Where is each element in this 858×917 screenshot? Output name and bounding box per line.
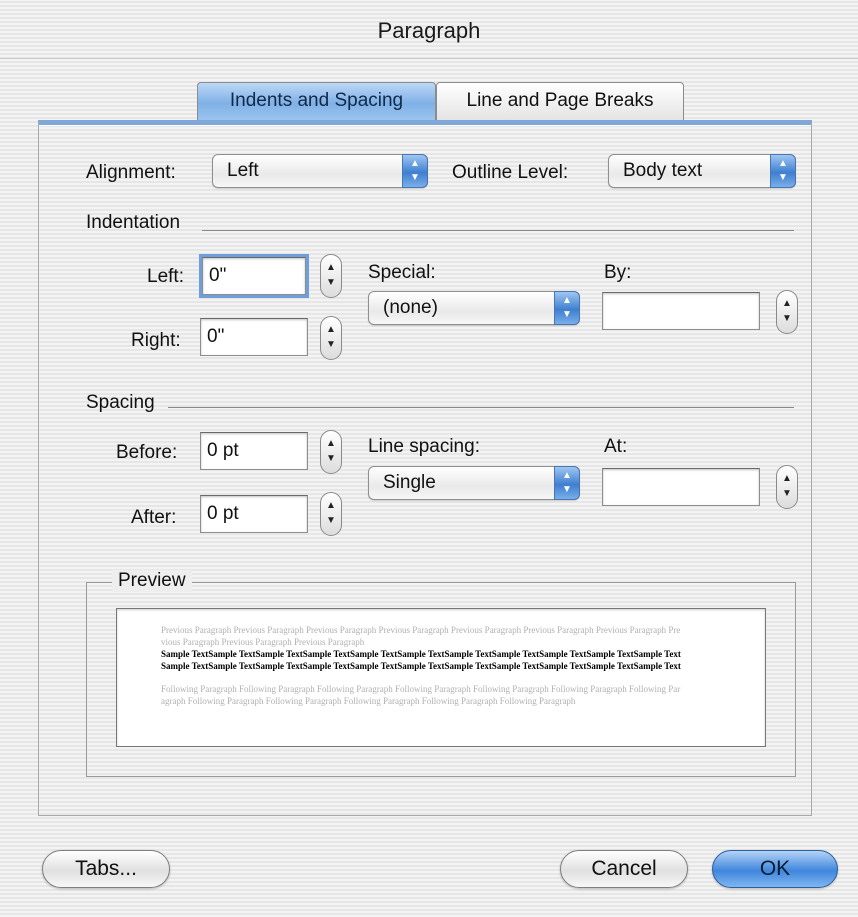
special-value: (none) — [383, 297, 438, 318]
line-spacing-select[interactable]: Single ▲ ▼ — [368, 466, 580, 500]
ok-button[interactable]: OK — [712, 850, 838, 888]
window-title: Paragraph — [0, 0, 858, 59]
preview-heading: Preview — [112, 570, 192, 592]
after-spacing-stepper[interactable]: ▲ ▼ — [320, 492, 342, 536]
after-spacing-field[interactable]: 0 pt — [200, 495, 308, 533]
tabs-button[interactable]: Tabs... — [42, 850, 170, 888]
preview-box: Previous Paragraph Previous Paragraph Pr… — [116, 608, 766, 747]
tab-line-and-page-breaks[interactable]: Line and Page Breaks — [436, 82, 684, 120]
before-spacing-label: Before: — [116, 442, 178, 463]
special-select[interactable]: (none) ▲ ▼ — [368, 291, 580, 325]
popup-arrows-icon: ▲ ▼ — [770, 154, 796, 188]
indentation-heading: Indentation — [86, 212, 181, 233]
left-indent-label: Left: — [147, 266, 184, 287]
by-stepper[interactable]: ▲ ▼ — [776, 290, 798, 334]
left-indent-field[interactable]: 0" — [202, 257, 306, 295]
by-field[interactable] — [602, 292, 760, 330]
spacing-heading: Spacing — [86, 392, 155, 413]
after-spacing-label: After: — [131, 507, 177, 528]
special-label: Special: — [368, 262, 436, 283]
popup-arrows-icon: ▲ ▼ — [554, 466, 580, 500]
cancel-button[interactable]: Cancel — [560, 850, 688, 888]
at-label: At: — [604, 436, 628, 457]
before-spacing-field[interactable]: 0 pt — [200, 432, 308, 470]
alignment-select[interactable]: Left ▲ ▼ — [212, 154, 428, 188]
line-spacing-value: Single — [383, 472, 436, 493]
popup-arrows-icon: ▲ ▼ — [554, 291, 580, 325]
popup-arrows-icon: ▲ ▼ — [402, 154, 428, 188]
preview-sample-text: Sample TextSample TextSample TextSample … — [161, 649, 681, 671]
at-stepper[interactable]: ▲ ▼ — [776, 465, 798, 509]
indentation-divider — [202, 230, 794, 231]
line-spacing-label: Line spacing: — [368, 436, 480, 457]
preview-previous-paragraph: Previous Paragraph Previous Paragraph Pr… — [161, 625, 681, 647]
by-label: By: — [604, 262, 632, 283]
before-spacing-stepper[interactable]: ▲ ▼ — [320, 430, 342, 474]
outline-level-value: Body text — [623, 160, 703, 181]
tab-indents-and-spacing[interactable]: Indents and Spacing — [197, 82, 436, 120]
right-indent-label: Right: — [131, 330, 181, 351]
outline-level-select[interactable]: Body text ▲ ▼ — [608, 154, 796, 188]
spacing-divider — [168, 407, 794, 408]
right-indent-stepper[interactable]: ▲ ▼ — [320, 316, 342, 360]
right-indent-field[interactable]: 0" — [200, 318, 308, 356]
alignment-value: Left — [227, 160, 259, 181]
outline-level-label: Outline Level: — [452, 162, 569, 183]
at-field[interactable] — [602, 468, 760, 506]
preview-following-paragraph: Following Paragraph Following Paragraph … — [161, 684, 681, 706]
left-indent-stepper[interactable]: ▲ ▼ — [320, 254, 342, 298]
alignment-label: Alignment: — [86, 162, 176, 183]
